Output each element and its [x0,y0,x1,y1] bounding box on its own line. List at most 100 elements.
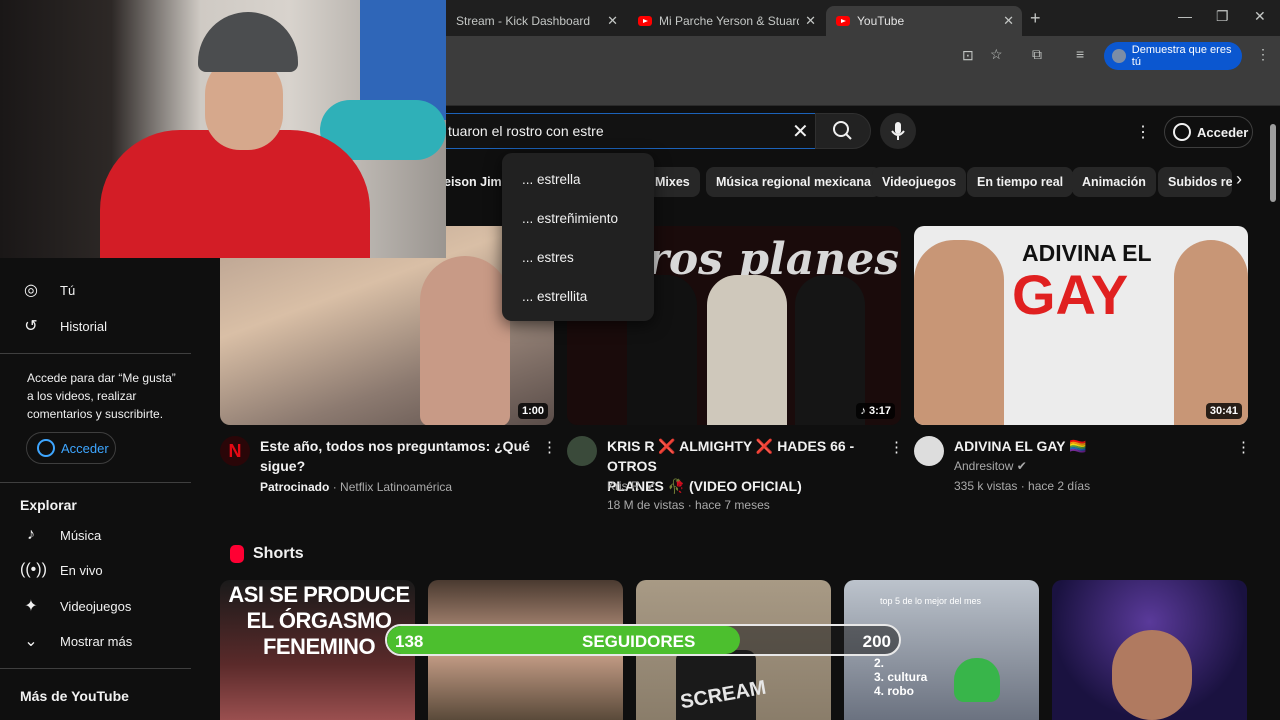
close-icon[interactable]: ✕ [1003,13,1014,29]
suggestion-item[interactable]: ... estrella [522,172,581,187]
short-list-item: 2. [874,656,885,670]
chip-animacion[interactable]: Animación [1072,167,1156,197]
channel-name[interactable]: Netflix Latinoamérica [340,480,452,494]
sidebar-item-videojuegos[interactable]: ✦ Videojuegos [20,594,131,618]
thumbnail-person [1112,630,1192,720]
sponsored-badge: Patrocinado [260,480,330,494]
signin-button[interactable]: Acceder [1164,116,1253,148]
webcam-overlay [0,0,446,258]
chip-en-tiempo-real[interactable]: En tiempo real [967,167,1074,197]
media-control-icon[interactable]: ≡ [1076,46,1084,62]
sidebar-signin-button[interactable]: Acceder [26,432,116,464]
maximize-icon[interactable]: ❐ [1216,8,1229,25]
sidebar-item-en-vivo[interactable]: ((•)) En vivo [20,558,103,582]
tab-title: YouTube [857,14,905,28]
sidebar-divider [0,668,191,669]
thumbnail-object [954,658,1000,702]
shorts-heading: Shorts [253,545,304,562]
short-thumbnail[interactable] [1052,580,1247,720]
channel-name-text: Kris R. [607,479,643,493]
video-menu-icon[interactable]: ⋮ [1236,438,1251,456]
goal-label: SEGUIDORES [582,632,696,651]
window-close-icon[interactable]: ✕ [1254,8,1266,25]
sidebar-item-historial[interactable]: ↺ Historial [20,314,107,338]
channel-name-text: Andresitow [954,459,1014,473]
sidebar-item-tu[interactable]: ◎ Tú [20,278,75,302]
bookmark-star-icon[interactable]: ☆ [990,46,1003,63]
channel-name[interactable]: Andresitow ✔ [954,459,1027,473]
suggestion-item[interactable]: ... estres [522,250,574,265]
video-menu-icon[interactable]: ⋮ [889,438,904,456]
chip-subidos-recientemente[interactable]: Subidos reci [1158,167,1232,197]
chip-musica-regional[interactable]: Música regional mexicana [706,167,881,197]
more-youtube-heading: Más de YouTube [20,688,129,704]
duration-badge: 30:41 [1205,403,1242,419]
tab-mi-parche[interactable]: Mi Parche Yerson & Stuard Los ✕ [628,6,824,36]
sidebar-item-mostrar-mas[interactable]: ⌄ Mostrar más [20,629,132,653]
channel-avatar[interactable] [914,436,944,466]
channel-avatar[interactable]: N [220,436,250,466]
search-button[interactable] [815,113,871,149]
tab-title: Stream - Kick Dashboard [456,14,591,28]
sidebar-item-label: Música [60,527,102,543]
verified-icon: ✔ [1016,459,1027,473]
short-list: 2. 3. cultura 4. robo [874,656,927,698]
account-icon [37,439,55,457]
video-thumbnail[interactable]: ADIVINA EL GAY 30:41 [914,226,1248,425]
live-icon: ((•)) [20,561,47,578]
suggestion-item[interactable]: ... estrellita [522,289,587,304]
video-menu-icon[interactable]: ⋮ [542,438,557,456]
sidebar-divider [0,353,191,354]
account-icon [1173,123,1191,141]
tab-kick-dashboard[interactable]: Stream - Kick Dashboard ✕ [446,6,626,36]
channel-avatar[interactable] [567,436,597,466]
goal-target: 200 [862,632,891,651]
profile-label: Demuestra que eres tú [1131,44,1232,68]
profile-chip[interactable]: Demuestra que eres tú [1104,42,1242,70]
video-title-line: KRIS R ❌ ALMIGHTY ❌ HADES 66 - OTROS [607,438,855,474]
video-title[interactable]: ADIVINA EL GAY 🏳️‍🌈 [954,436,1224,456]
settings-menu-icon[interactable]: ⋮ [1135,122,1151,142]
gaming-icon: ✦ [24,598,38,615]
follower-goal-bar: 138 SEGUIDORES 200 [385,624,901,656]
search-icon [833,121,852,140]
short-thumbnail[interactable]: ASI SE PRODUCE EL ÓRGASMO FENEMINO [220,580,415,720]
suggestion-item[interactable]: ... estreñimiento [522,211,618,226]
history-icon: ↺ [24,318,38,335]
youtube-favicon-icon [836,16,850,26]
video-title-line: sigue? [260,458,306,474]
page-scrollbar[interactable] [1270,124,1276,202]
goal-current: 138 [395,632,424,651]
chevron-down-icon: ⌄ [24,633,38,650]
short-list-item: 3. cultura [874,670,928,684]
close-icon[interactable]: ✕ [805,13,816,29]
chip-videojuegos[interactable]: Videojuegos [872,167,967,197]
install-app-icon[interactable]: ⊡ [962,47,974,64]
sidebar-item-label: En vivo [60,562,103,578]
new-tab-icon[interactable]: + [1030,8,1041,29]
profile-avatar-icon [1112,49,1126,63]
close-icon[interactable]: ✕ [607,13,618,29]
sidebar-item-label: Tú [60,282,76,298]
chevron-right-icon[interactable]: › [1236,169,1242,190]
thumbnail-person [795,275,865,425]
extensions-icon[interactable]: ⧉ [1032,46,1042,63]
short-list-item: 4. robo [874,684,915,698]
thumbnail-person [1174,240,1248,425]
search-suggestions: ... estrella ... estreñimiento ... estre… [502,153,654,321]
sidebar-item-musica[interactable]: ♪ Música [20,523,101,547]
signin-label: Acceder [1197,124,1249,140]
thumbnail-person [707,275,787,425]
tab-youtube[interactable]: YouTube ✕ [826,6,1022,36]
voice-search-button[interactable] [880,113,916,149]
video-title[interactable]: Este año, todos nos preguntamos: ¿Qué si… [260,436,530,476]
youtube-favicon-icon [638,16,652,26]
channel-name[interactable]: Kris R. ✔ [607,479,656,493]
short-caption: ASI SE PRODUCE EL ÓRGASMO FENEMINO [228,582,410,659]
sidebar-item-label: Videojuegos [60,598,132,614]
thumbnail-person [420,256,510,425]
browser-menu-icon[interactable]: ⋮ [1256,46,1270,63]
clear-search-icon[interactable]: ✕ [792,119,809,144]
explore-heading: Explorar [20,497,77,513]
minimize-icon[interactable]: — [1178,8,1192,24]
